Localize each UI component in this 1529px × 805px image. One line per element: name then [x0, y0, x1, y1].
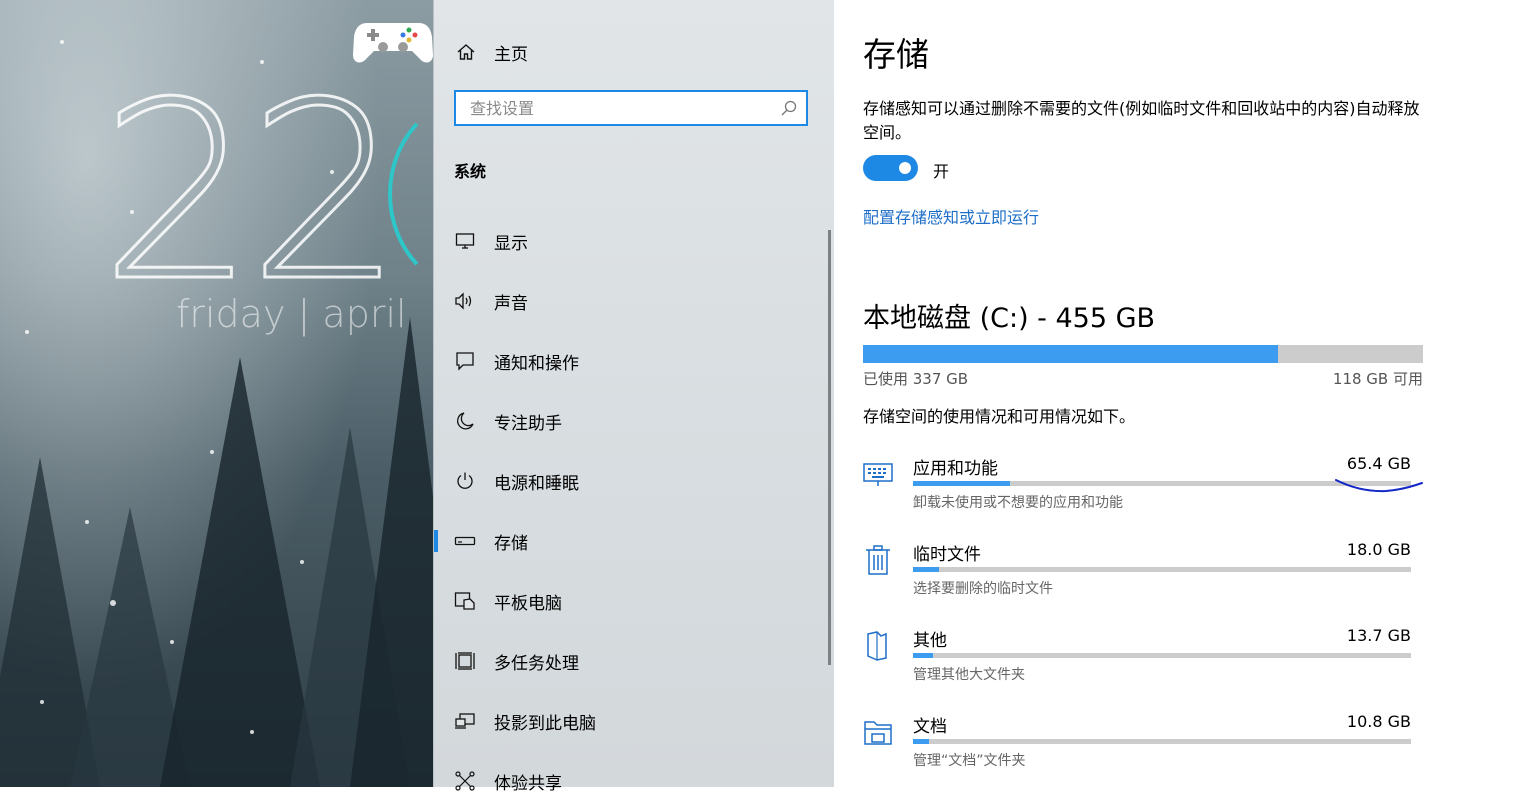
nav-item-display[interactable]: 显示 [434, 217, 824, 265]
category-usage-fill [913, 481, 1010, 486]
display-icon [454, 230, 476, 252]
nav-scrollbar[interactable] [828, 230, 831, 665]
nav-item-storage[interactable]: 存储 [434, 517, 824, 565]
notification-icon [454, 350, 476, 372]
folder-icon [864, 721, 892, 745]
storage-page: 存储 存储感知可以通过删除不需要的文件(例如临时文件和回收站中的内容)自动释放空… [834, 0, 1529, 787]
project-icon [454, 710, 476, 732]
category-other[interactable]: 其他 13.7 GB 管理其他大文件夹 [863, 626, 1423, 712]
category-usage-fill [913, 739, 929, 744]
nav-item-sound[interactable]: 声音 [434, 277, 824, 325]
disk-title: 本地磁盘 (C:) - 455 GB [863, 303, 1156, 334]
section-title: 系统 [454, 162, 487, 181]
nav-item-tablet[interactable]: 平板电脑 [434, 577, 824, 625]
nav-item-label: 投影到此电脑 [494, 713, 596, 734]
clock-digits: 22 [99, 50, 406, 335]
tablet-icon [454, 590, 476, 612]
search-input[interactable] [468, 97, 780, 119]
toggle-knob [899, 162, 911, 174]
category-description: 卸载未使用或不想要的应用和功能 [913, 495, 1123, 511]
category-size: 65.4 GB [1346, 454, 1411, 473]
settings-nav-pane: 主页 系统 显示 声音 通知和操作 专注助手 [433, 0, 834, 794]
category-usage-fill [913, 653, 934, 658]
storage-sense-description: 存储感知可以通过删除不需要的文件(例如临时文件和回收站中的内容)自动释放空间。 [863, 99, 1420, 142]
nav-home-label: 主页 [494, 44, 528, 65]
nav-item-label: 显示 [494, 233, 528, 254]
multitask-icon [454, 650, 476, 672]
configure-storage-sense-link[interactable]: 配置存储感知或立即运行 [863, 204, 1039, 228]
share-icon [454, 770, 476, 792]
disk-usage-fill [863, 345, 1278, 363]
category-usage-bar [913, 739, 1411, 744]
nav-item-label: 专注助手 [494, 413, 562, 434]
clock-date: friday | april [176, 292, 407, 336]
category-description: 选择要删除的临时文件 [913, 581, 1053, 597]
category-name: 其他 [913, 631, 947, 651]
search-icon[interactable] [780, 99, 798, 117]
nav-item-project-to-pc[interactable]: 投影到此电脑 [434, 697, 824, 745]
category-name: 应用和功能 [913, 459, 998, 479]
usage-description: 存储空间的使用情况和可用情况如下。 [863, 407, 1136, 426]
category-usage-bar [913, 653, 1411, 658]
category-name: 文档 [913, 717, 947, 737]
category-name: 临时文件 [913, 545, 981, 565]
moon-icon [454, 410, 476, 432]
nav-item-label: 声音 [494, 293, 528, 314]
nav-item-label: 电源和睡眠 [494, 473, 579, 494]
toggle-state-label: 开 [933, 162, 950, 181]
category-usage-bar [913, 567, 1411, 572]
storage-sense-toggle[interactable] [863, 155, 918, 181]
disk-usage-bar [863, 345, 1423, 363]
gamepad-icon[interactable] [353, 15, 433, 67]
category-size: 10.8 GB [1346, 712, 1411, 731]
category-usage-fill [913, 567, 940, 572]
nav-item-label: 多任务处理 [494, 653, 579, 674]
nav-home[interactable]: 主页 [456, 38, 528, 66]
category-description: 管理“文档”文件夹 [913, 753, 1026, 769]
category-size: 13.7 GB [1346, 626, 1411, 645]
nav-item-label: 体验共享 [494, 773, 562, 794]
storage-icon [454, 530, 476, 552]
nav-item-multitasking[interactable]: 多任务处理 [434, 637, 824, 685]
search-box[interactable] [454, 90, 808, 126]
category-apps-features[interactable]: 应用和功能 65.4 GB 卸载未使用或不想要的应用和功能 [863, 454, 1423, 540]
page-title: 存储 [863, 35, 929, 74]
nav-item-focus-assist[interactable]: 专注助手 [434, 397, 824, 445]
nav-item-label: 平板电脑 [494, 593, 562, 614]
power-icon [454, 470, 476, 492]
desktop-wallpaper: 22 friday | april [0, 0, 434, 787]
keyboard-icon [863, 463, 893, 486]
category-documents[interactable]: 文档 10.8 GB 管理“文档”文件夹 [863, 712, 1423, 798]
nav-item-label: 通知和操作 [494, 353, 579, 374]
nav-item-notifications[interactable]: 通知和操作 [434, 337, 824, 385]
category-temporary-files[interactable]: 临时文件 18.0 GB 选择要删除的临时文件 [863, 540, 1423, 626]
category-size: 18.0 GB [1346, 540, 1411, 559]
used-space-label: 已使用 337 GB [863, 370, 969, 388]
tree-silhouette [350, 317, 434, 787]
nav-item-power-sleep[interactable]: 电源和睡眠 [434, 457, 824, 505]
home-icon [457, 44, 475, 60]
free-space-label: 118 GB 可用 [1332, 370, 1423, 388]
speaker-icon [454, 290, 476, 312]
nav-item-shared-experiences[interactable]: 体验共享 [434, 757, 824, 805]
nav-item-label: 存储 [494, 533, 528, 554]
trash-icon [866, 545, 890, 575]
pen-annotation-underline [1335, 479, 1423, 493]
file-icon [867, 631, 887, 661]
category-description: 管理其他大文件夹 [913, 667, 1025, 683]
